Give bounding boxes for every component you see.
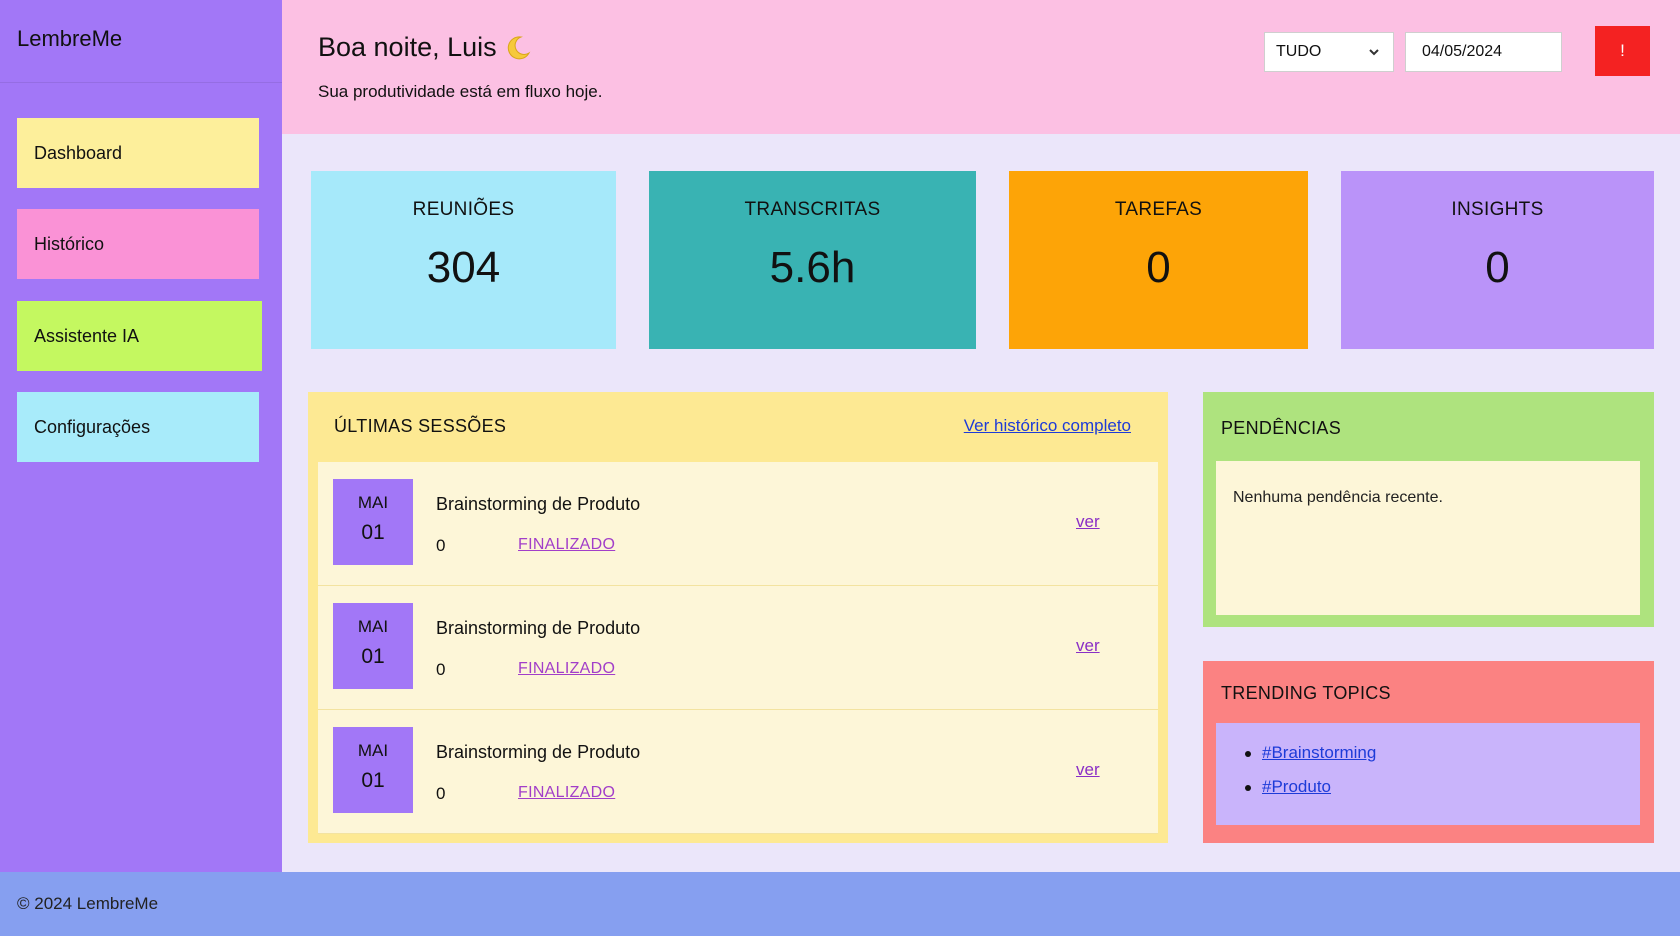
session-view-link[interactable]: ver (1076, 760, 1100, 780)
date-badge-month: MAI (357, 741, 389, 760)
panel-title: TRENDING TOPICS (1221, 683, 1391, 703)
sidebar-item-assistente-ia[interactable]: Assistente IA (17, 301, 262, 371)
trending-list-box: #Brainstorming #Produto (1216, 723, 1640, 825)
sidebar-item-label: Histórico (34, 233, 105, 254)
session-status-link[interactable]: FINALIZADO (518, 784, 615, 802)
list-item: #Produto (1242, 777, 1376, 811)
list-item: #Brainstorming (1242, 743, 1376, 777)
moon-icon (505, 35, 531, 61)
panel-title: ÚLTIMAS SESSÕES (334, 416, 507, 436)
date-badge: MAI 01 (333, 479, 413, 565)
page-title: Boa noite, Luis (318, 32, 531, 63)
trending-topic-link[interactable]: #Produto (1262, 777, 1331, 796)
session-name: Brainstorming de Produto (436, 618, 641, 638)
session-row: MAI 01 Brainstorming de Produto 0 FINALI… (318, 462, 1158, 586)
session-view-link[interactable]: ver (1076, 512, 1100, 532)
stat-label: TRANSCRITAS (744, 199, 881, 220)
session-name: Brainstorming de Produto (436, 494, 641, 514)
page-subtitle: Sua produtividade está em fluxo hoje. (318, 82, 603, 101)
session-status-link[interactable]: FINALIZADO (518, 660, 615, 678)
sidebar-item-label: Dashboard (34, 142, 123, 163)
sidebar-item-dashboard[interactable]: Dashboard (17, 118, 259, 188)
filter-select[interactable]: TUDO (1264, 32, 1394, 72)
date-badge-month: MAI (357, 617, 389, 636)
sessions-list: MAI 01 Brainstorming de Produto 0 FINALI… (318, 462, 1158, 834)
chevron-down-icon (1367, 45, 1381, 59)
date-badge-day: 01 (361, 521, 385, 544)
stat-label: REUNIÕES (412, 199, 515, 220)
sidebar-item-label: Configurações (34, 416, 151, 437)
sidebar: LembreMe Dashboard Histórico Assistente … (0, 0, 282, 872)
date-badge: MAI 01 (333, 603, 413, 689)
date-badge: MAI 01 (333, 727, 413, 813)
session-count: 0 (436, 784, 446, 803)
stat-card-reunioes: REUNIÕES 304 (311, 171, 616, 349)
sidebar-item-label: Assistente IA (34, 325, 140, 346)
stat-value: 5.6h (769, 243, 856, 292)
sidebar-item-historico[interactable]: Histórico (17, 209, 259, 279)
recent-sessions-panel: ÚLTIMAS SESSÕES Ver histórico completo M… (308, 392, 1168, 843)
date-input-value: 04/05/2024 (1422, 43, 1503, 60)
pending-list: Nenhuma pendência recente. (1216, 461, 1640, 615)
alert-button[interactable]: ! (1595, 26, 1650, 76)
session-row: MAI 01 Brainstorming de Produto 0 FINALI… (318, 586, 1158, 710)
date-badge-month: MAI (357, 493, 389, 512)
session-row: MAI 01 Brainstorming de Produto 0 FINALI… (318, 710, 1158, 834)
session-view-link[interactable]: ver (1076, 636, 1100, 656)
panel-title: PENDÊNCIAS (1221, 418, 1342, 438)
session-status-link[interactable]: FINALIZADO (518, 536, 615, 554)
app-root: LembreMe Dashboard Histórico Assistente … (0, 0, 1680, 936)
empty-state-text: Nenhuma pendência recente. (1233, 489, 1443, 506)
stat-card-insights: INSIGHTS 0 (1341, 171, 1654, 349)
sidebar-item-configuracoes[interactable]: Configurações (17, 392, 259, 462)
date-badge-day: 01 (361, 769, 385, 792)
view-full-history-link[interactable]: Ver histórico completo (964, 416, 1131, 436)
trending-topics-panel: TRENDING TOPICS #Brainstorming #Produto (1203, 661, 1654, 843)
sidebar-divider (0, 82, 282, 83)
filter-select-value: TUDO (1276, 43, 1322, 60)
stat-value: 0 (1146, 243, 1171, 292)
stat-label: INSIGHTS (1451, 199, 1544, 220)
trending-list: #Brainstorming #Produto (1242, 743, 1376, 811)
page-footer: © 2024 LembreMe (0, 872, 1680, 936)
stat-value: 304 (426, 243, 501, 292)
greeting-text: Boa noite, Luis (318, 32, 497, 62)
pending-panel: PENDÊNCIAS Nenhuma pendência recente. (1203, 392, 1654, 627)
date-input[interactable]: 04/05/2024 (1405, 32, 1562, 72)
footer-text: © 2024 LembreMe (17, 894, 159, 913)
trending-topic-link[interactable]: #Brainstorming (1262, 743, 1376, 762)
stat-label: TAREFAS (1114, 199, 1203, 220)
alert-button-label: ! (1620, 41, 1625, 60)
session-count: 0 (436, 536, 446, 555)
stat-card-tarefas: TAREFAS 0 (1009, 171, 1308, 349)
stat-card-transcritas: TRANSCRITAS 5.6h (649, 171, 976, 349)
session-name: Brainstorming de Produto (436, 742, 641, 762)
session-count: 0 (436, 660, 446, 679)
stat-value: 0 (1485, 243, 1510, 292)
date-badge-day: 01 (361, 645, 385, 668)
brand-logo[interactable]: LembreMe (17, 26, 122, 52)
page-header: Boa noite, Luis Sua produtividade está e… (282, 0, 1680, 134)
